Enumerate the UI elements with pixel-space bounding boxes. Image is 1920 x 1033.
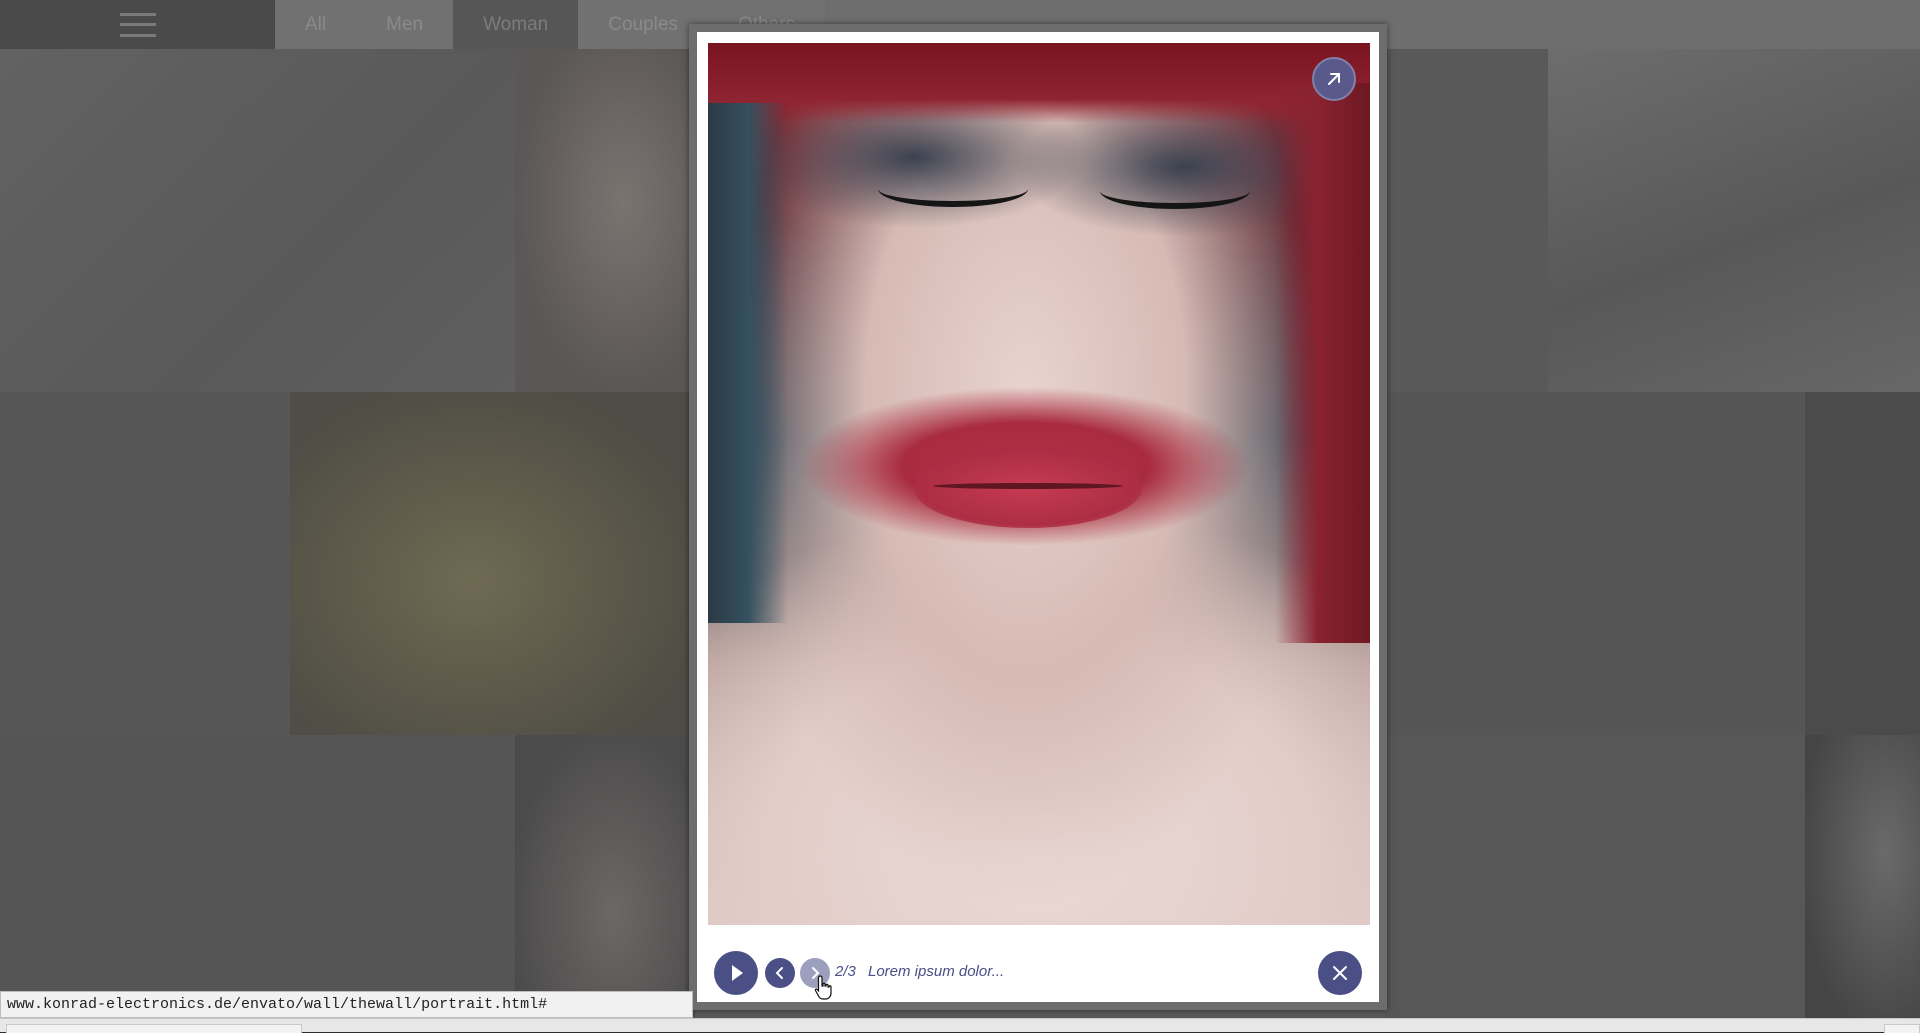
lightbox-dialog: 2/3 Lorem ipsum dolor... xyxy=(689,24,1387,1010)
slideshow-play-button[interactable] xyxy=(714,951,758,995)
arrow-up-right-icon xyxy=(1328,73,1340,85)
gallery-tile[interactable] xyxy=(1805,392,1920,735)
gallery-tile[interactable] xyxy=(1385,49,1548,392)
photo-detail xyxy=(1275,83,1370,643)
gallery-tile[interactable] xyxy=(1385,735,1805,1032)
filter-all[interactable]: All xyxy=(275,0,357,49)
browser-status-url: www.konrad-electronics.de/envato/wall/th… xyxy=(0,991,693,1018)
gallery-tile[interactable] xyxy=(1385,392,1805,735)
hand-pointer-cursor-icon xyxy=(814,975,832,1000)
gallery-tile[interactable] xyxy=(1548,49,1920,392)
previous-button[interactable] xyxy=(765,958,795,988)
gallery-tile[interactable] xyxy=(0,392,290,735)
photo-detail xyxy=(708,103,788,623)
image-caption: Lorem ipsum dolor... xyxy=(868,963,1005,980)
close-icon xyxy=(1333,966,1347,980)
lightbox-image[interactable] xyxy=(708,43,1370,925)
chevron-left-icon xyxy=(775,967,783,979)
gallery-tile[interactable] xyxy=(515,735,695,1032)
play-icon xyxy=(732,965,743,981)
menu-button[interactable] xyxy=(0,0,275,49)
photo-detail xyxy=(1100,173,1250,209)
photo-detail xyxy=(933,483,1123,489)
photo-detail xyxy=(708,43,1370,123)
gallery-tile[interactable] xyxy=(290,392,695,735)
open-in-new-window-button[interactable] xyxy=(1312,57,1356,101)
image-counter: 2/3 xyxy=(835,963,856,980)
lightbox-controls: 2/3 Lorem ipsum dolor... xyxy=(708,948,1370,998)
filter-men[interactable]: Men xyxy=(356,0,454,49)
close-lightbox-button[interactable] xyxy=(1318,951,1362,995)
gallery-tile[interactable] xyxy=(0,735,515,1032)
gallery-tile[interactable] xyxy=(1805,735,1920,1032)
gallery-tile[interactable] xyxy=(515,49,695,392)
photo-detail xyxy=(878,171,1028,207)
browser-bottom-bar xyxy=(0,1018,1920,1033)
filter-woman[interactable]: Woman xyxy=(453,0,579,49)
gallery-tile[interactable] xyxy=(0,49,515,392)
hamburger-icon xyxy=(119,12,156,37)
